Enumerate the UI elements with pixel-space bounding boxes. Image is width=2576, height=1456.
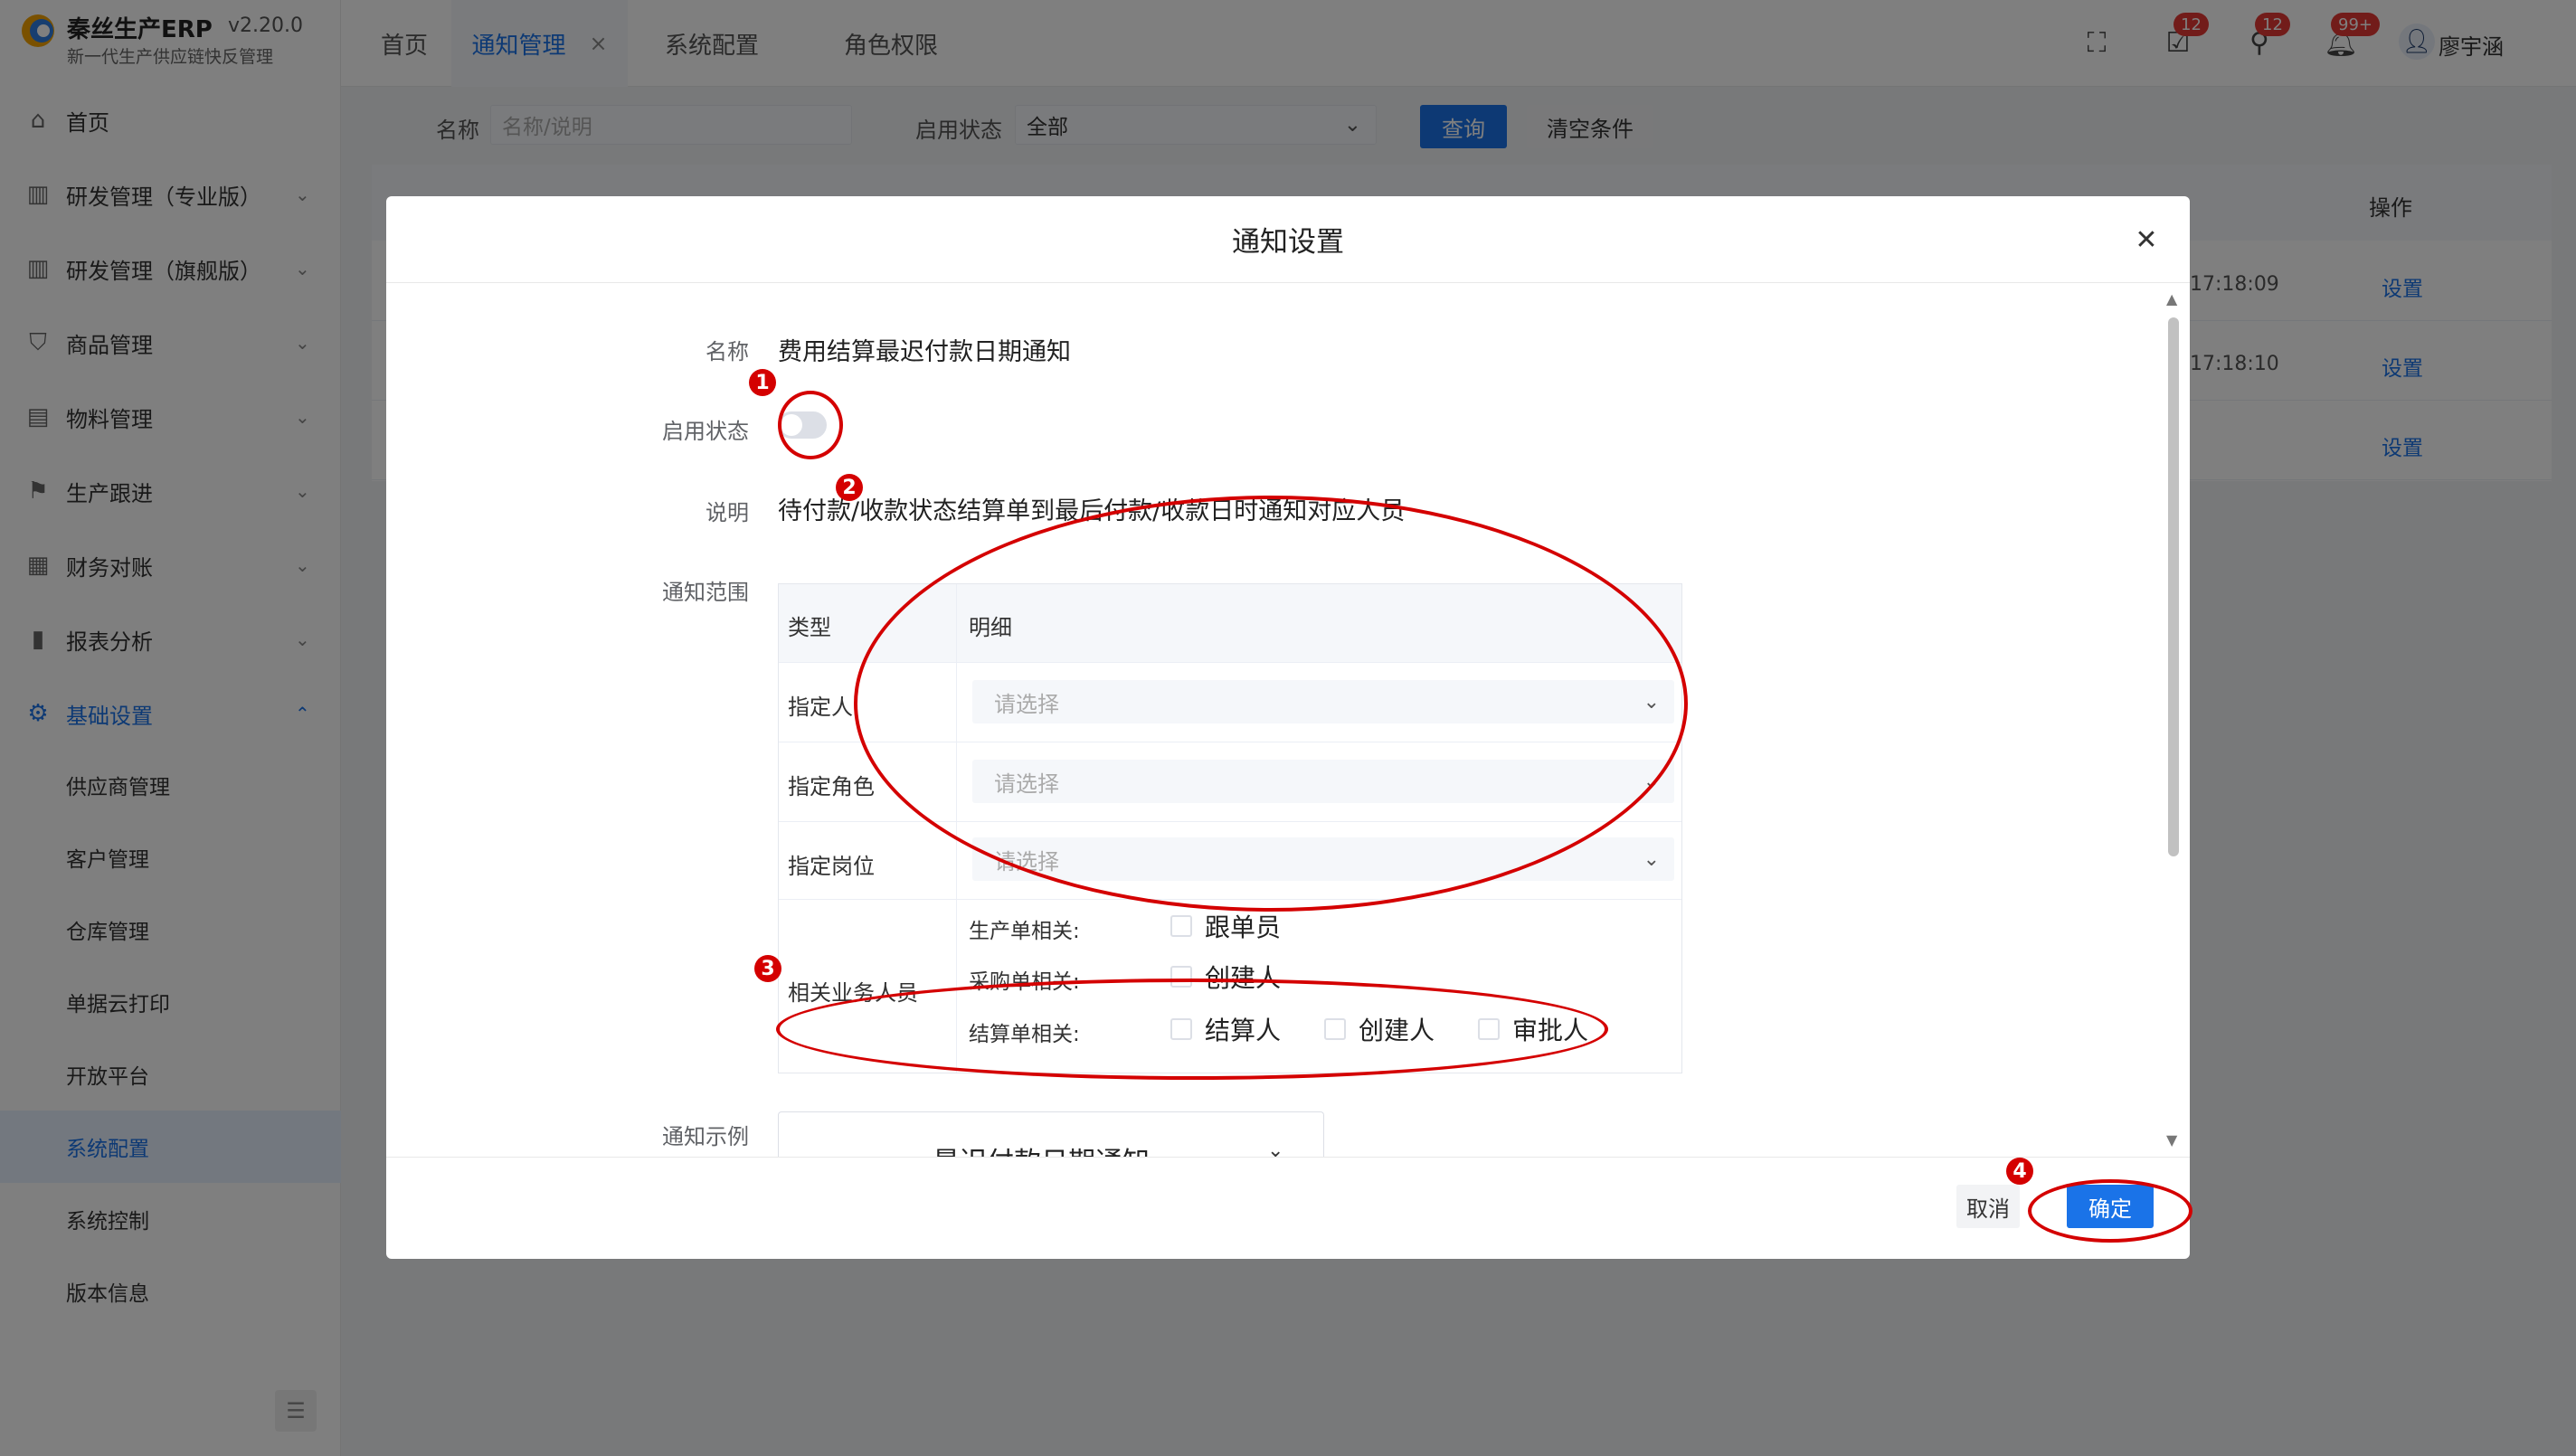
example-title: 最迟付款日期通知 [933,1139,1150,1157]
chevron-down-icon: ⌄ [1267,1139,1284,1157]
close-icon[interactable]: ✕ [2130,223,2163,256]
desc-label: 说明 [706,500,749,525]
row-position-label: 指定岗位 [788,854,875,879]
annotation-circle-1 [778,391,843,459]
scroll-up-icon[interactable]: ▲ [2166,290,2177,307]
modal-title-text: 通知设置 [1232,226,1344,259]
example-label: 通知示例 [662,1124,749,1149]
cancel-button[interactable]: 取消 [1956,1185,2020,1228]
modal-scrollbar[interactable] [2168,317,2179,856]
chevron-down-icon: ⌄ [1643,847,1660,871]
scope-label: 通知范围 [662,580,749,605]
example-card: 最迟付款日期通知 ⌄ [778,1111,1324,1157]
row-person-label: 指定人 [788,695,853,720]
scroll-down-icon[interactable]: ▼ [2166,1131,2177,1149]
name-label: 名称 [706,339,749,364]
annotation-circle-3 [776,979,1608,1080]
cancel-button-label: 取消 [1966,1196,2010,1222]
col-type: 类型 [788,615,831,640]
checkbox-follower[interactable] [1170,915,1192,937]
annotation-circle-2 [854,496,1688,912]
status-label: 启用状态 [662,419,749,444]
checkbox-follower-label: 跟单员 [1205,912,1282,942]
footer-divider [386,1157,2190,1158]
name-value: 费用结算最迟付款日期通知 [778,338,1071,366]
annotation-circle-4 [2028,1179,2192,1243]
modal-title: 通知设置 [386,196,2190,283]
row-role-label: 指定角色 [788,774,875,799]
annotation-number-3: 3 [754,955,781,982]
annotation-number-1: 1 [749,369,776,396]
production-group-label: 生产单相关: [969,920,1080,943]
annotation-number-2: 2 [836,474,863,501]
annotation-number-4: 4 [2006,1158,2033,1185]
